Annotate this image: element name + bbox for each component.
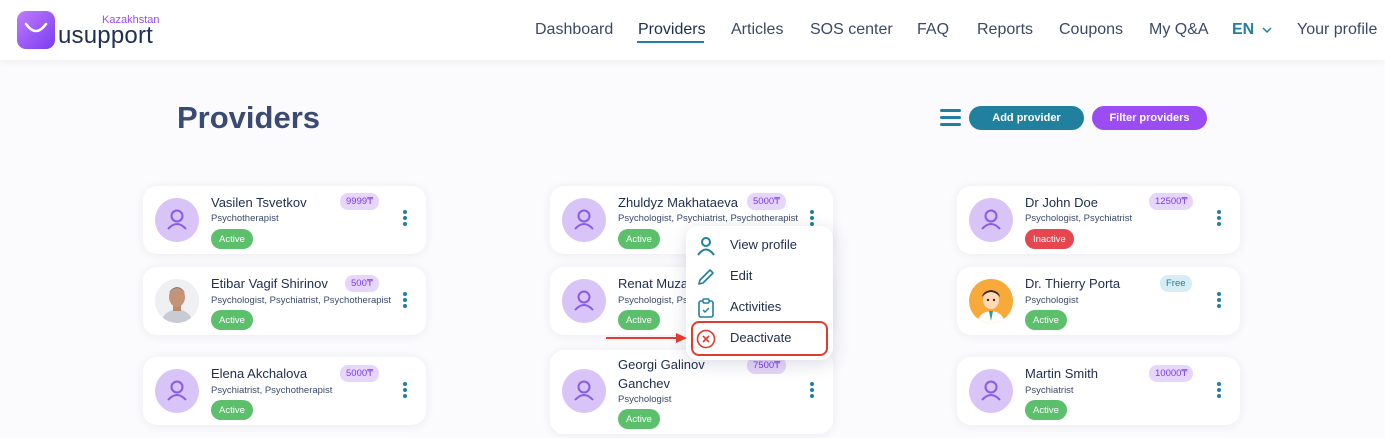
nav-providers[interactable]: Providers: [638, 21, 706, 39]
deactivate-highlight-box: [691, 321, 828, 356]
provider-roles: Psychologist, Psychiatrist: [1025, 213, 1133, 224]
provider-roles: Psychologist, Psychiatrist, Psychotherap…: [211, 295, 392, 306]
nav-articles[interactable]: Articles: [731, 21, 783, 39]
price-badge: Free: [1160, 275, 1192, 292]
top-navbar: Kazakhstan usupport Dashboard Providers …: [0, 0, 1385, 60]
chevron-down-icon[interactable]: [1262, 27, 1272, 34]
provider-name: Martin Smith: [1025, 366, 1098, 381]
pencil-icon: [698, 269, 714, 285]
nav-your-profile[interactable]: Your profile: [1297, 21, 1377, 39]
provider-name: Dr John Doe: [1025, 195, 1098, 210]
status-badge: Active: [211, 400, 253, 420]
more-options-icon[interactable]: [1214, 291, 1224, 311]
provider-roles: Psychiatrist: [1025, 385, 1074, 396]
avatar-placeholder-icon: [969, 369, 1013, 413]
more-options-icon[interactable]: [400, 381, 410, 401]
more-options-icon[interactable]: [400, 209, 410, 229]
provider-card[interactable]: Martin Smith Psychiatrist Active 10000₸: [957, 357, 1240, 425]
arrow-right-icon: [606, 333, 687, 343]
provider-card[interactable]: Dr. Thierry Porta Psychologist Active Fr…: [957, 267, 1240, 335]
provider-name: Dr. Thierry Porta: [1025, 276, 1121, 291]
status-badge: Active: [1025, 400, 1067, 420]
language-selector[interactable]: EN: [1232, 21, 1254, 39]
nav-my-qa[interactable]: My Q&A: [1149, 21, 1209, 39]
status-badge: Active: [1025, 310, 1067, 330]
status-badge: Active: [211, 310, 253, 330]
more-options-icon[interactable]: [400, 291, 410, 311]
avatar-photo: [155, 279, 199, 323]
provider-roles: Psychologist: [1025, 295, 1079, 306]
provider-name: Renat Muzaf: [618, 276, 692, 291]
status-badge: Inactive: [1025, 229, 1074, 249]
clipboard-icon: [698, 298, 714, 318]
filter-providers-button[interactable]: Filter providers: [1092, 106, 1207, 130]
menu-item-label: Edit: [730, 268, 753, 283]
provider-roles: Psychiatrist, Psychotherapist: [211, 385, 333, 396]
avatar-placeholder-icon: [562, 369, 606, 413]
provider-roles: Psychologist, Psychiatrist, Psychotherap…: [618, 213, 799, 224]
avatar-placeholder-icon: [969, 198, 1013, 242]
nav-active-indicator: [637, 41, 704, 43]
status-badge: Active: [618, 409, 660, 429]
provider-name: Etibar Vagif Shirinov: [211, 276, 328, 291]
nav-faq[interactable]: FAQ: [917, 21, 949, 39]
provider-roles: Psychologist: [618, 394, 672, 405]
provider-card[interactable]: Vasilen Tsvetkov Psychotherapist Active …: [143, 186, 426, 254]
status-badge: Active: [618, 229, 660, 249]
avatar-placeholder-icon: [155, 198, 199, 242]
list-view-icon[interactable]: [940, 109, 961, 126]
logo-icon[interactable]: [17, 11, 55, 49]
price-badge: 500₸: [345, 275, 379, 292]
menu-item-label: View profile: [730, 237, 797, 252]
person-icon: [697, 237, 715, 256]
menu-item-edit[interactable]: Edit: [686, 261, 833, 291]
price-badge: 10000₸: [1149, 365, 1194, 382]
provider-roles: Psychotherapist: [211, 213, 279, 224]
logo-name[interactable]: usupport: [58, 22, 153, 50]
price-badge: 5000₸: [747, 193, 787, 210]
provider-roles: Psychologist, Ps: [618, 295, 688, 306]
provider-card[interactable]: Etibar Vagif Shirinov Psychologist, Psyc…: [143, 267, 426, 335]
nav-dashboard[interactable]: Dashboard: [535, 21, 613, 39]
provider-name: Vasilen Tsvetkov: [211, 195, 307, 210]
provider-card[interactable]: Georgi Galinov Ganchev Psychologist Acti…: [550, 350, 833, 434]
price-badge: 12500₸: [1149, 193, 1194, 210]
price-badge: 5000₸: [340, 365, 380, 382]
more-options-icon[interactable]: [807, 381, 817, 401]
provider-name: Elena Akchalova: [211, 366, 308, 381]
page-title: Providers: [177, 100, 321, 135]
avatar-photo: [969, 279, 1013, 323]
menu-item-activities[interactable]: Activities: [686, 292, 833, 322]
more-options-icon[interactable]: [1214, 381, 1224, 401]
nav-sos-center[interactable]: SOS center: [810, 21, 893, 39]
provider-name: Zhuldyz Makhataeva: [618, 195, 738, 210]
avatar-placeholder-icon: [562, 198, 606, 242]
menu-item-view-profile[interactable]: View profile: [686, 230, 833, 260]
price-badge: 9999₸: [340, 193, 380, 210]
provider-card[interactable]: Dr John Doe Psychologist, Psychiatrist I…: [957, 186, 1240, 254]
add-provider-button[interactable]: Add provider: [969, 106, 1084, 130]
menu-item-label: Activities: [730, 299, 782, 314]
provider-card[interactable]: Elena Akchalova Psychiatrist, Psychother…: [143, 357, 426, 425]
avatar-placeholder-icon: [562, 279, 606, 323]
status-badge: Active: [211, 229, 253, 249]
provider-name: Georgi Galinov Ganchev: [618, 357, 705, 391]
avatar-placeholder-icon: [155, 369, 199, 413]
nav-reports[interactable]: Reports: [977, 21, 1033, 39]
nav-coupons[interactable]: Coupons: [1059, 21, 1123, 39]
more-options-icon[interactable]: [1214, 209, 1224, 229]
status-badge: Active: [618, 310, 660, 330]
